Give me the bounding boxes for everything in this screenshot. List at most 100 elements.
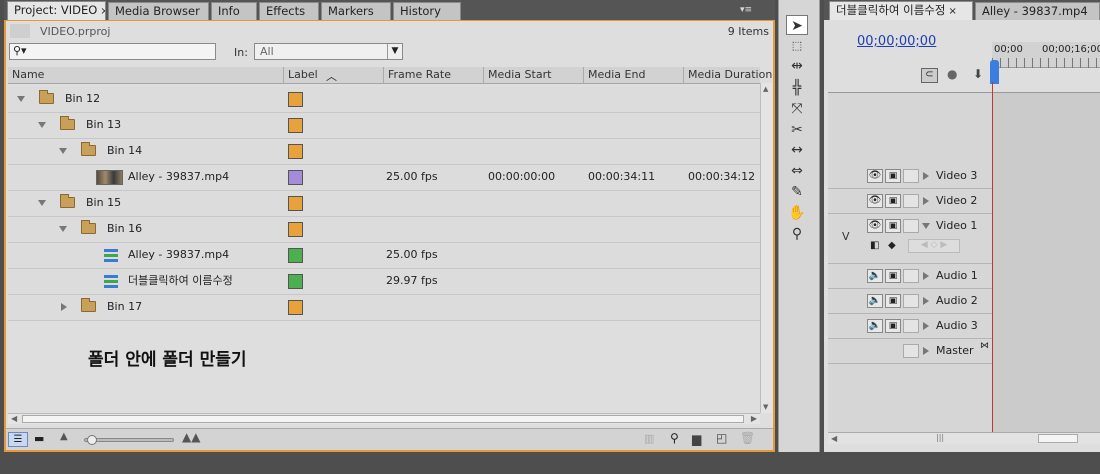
- pen-tool-icon[interactable]: ✎: [786, 182, 808, 202]
- film-icon[interactable]: ▣: [885, 269, 901, 283]
- collapse-track-icon[interactable]: [922, 223, 930, 229]
- expand-track-icon[interactable]: [923, 347, 929, 355]
- expand-triangle-icon[interactable]: [59, 226, 67, 232]
- lock-toggle[interactable]: [903, 219, 919, 233]
- track-master[interactable]: Master ⋈: [828, 339, 992, 364]
- scroll-left-icon[interactable]: ◀: [831, 434, 837, 443]
- lock-toggle[interactable]: [903, 344, 919, 358]
- keyframe-nav-icon[interactable]: ◆: [888, 240, 896, 251]
- tab-sequence-1[interactable]: 더블클릭하여 이름수정 ×: [829, 1, 973, 20]
- scroll-thumb-grip[interactable]: |||: [936, 433, 944, 442]
- timeline-zoom-thumb[interactable]: [1038, 434, 1078, 443]
- rate-stretch-tool-icon[interactable]: ⤧: [786, 99, 808, 119]
- scroll-up-icon[interactable]: ▲: [763, 85, 768, 93]
- scroll-right-icon[interactable]: ▶: [751, 414, 757, 423]
- expand-track-icon[interactable]: [923, 172, 929, 180]
- snap-icon[interactable]: ⊂: [921, 68, 938, 83]
- tab-info[interactable]: Info: [211, 2, 257, 20]
- tab-media-browser[interactable]: Media Browser: [108, 2, 209, 20]
- col-media-duration[interactable]: Media Duration: [683, 67, 772, 83]
- set-encore-marker-icon[interactable]: ●: [947, 67, 957, 81]
- film-icon[interactable]: ▣: [885, 219, 901, 233]
- speaker-icon[interactable]: 🔈: [867, 319, 883, 333]
- label-color-swatch[interactable]: [288, 196, 303, 211]
- list-view-icon[interactable]: ☰: [8, 432, 28, 447]
- table-row[interactable]: Bin 16: [8, 217, 760, 243]
- col-media-end[interactable]: Media End: [583, 67, 683, 83]
- table-row[interactable]: Bin 14: [8, 139, 760, 165]
- keyframe-display-icon[interactable]: ◧: [870, 240, 879, 251]
- expand-track-icon[interactable]: [923, 197, 929, 205]
- label-color-swatch[interactable]: [288, 118, 303, 133]
- time-ruler[interactable]: 00;00 00;00;16;00: [992, 42, 1100, 68]
- scroll-left-icon[interactable]: ◀: [11, 414, 17, 423]
- film-icon[interactable]: ▣: [885, 294, 901, 308]
- source-track-target[interactable]: V: [842, 230, 850, 243]
- lock-toggle[interactable]: [903, 169, 919, 183]
- lock-toggle[interactable]: [903, 319, 919, 333]
- table-row[interactable]: Bin 13: [8, 113, 760, 139]
- table-row[interactable]: Bin 12: [8, 87, 760, 113]
- track-audio-3[interactable]: 🔈 ▣ Audio 3: [828, 314, 992, 339]
- label-color-swatch[interactable]: [288, 300, 303, 315]
- zoom-tool-icon[interactable]: ⚲: [786, 224, 808, 244]
- table-row[interactable]: Alley - 39837.mp4 25.00 fps: [8, 243, 760, 269]
- track-audio-1[interactable]: 🔈 ▣ Audio 1: [828, 264, 992, 289]
- table-row[interactable]: Bin 17: [8, 295, 760, 321]
- tab-sequence-2[interactable]: Alley - 39837.mp4: [975, 2, 1100, 20]
- panel-menu-icon[interactable]: ▾≡: [740, 5, 758, 16]
- icon-view-icon[interactable]: ▬: [34, 432, 44, 445]
- close-icon[interactable]: ×: [100, 6, 105, 17]
- zoom-slider-thumb[interactable]: [87, 435, 97, 445]
- selection-tool-icon[interactable]: ➤: [786, 15, 808, 35]
- expand-track-icon[interactable]: [923, 272, 929, 280]
- timecode-display[interactable]: 00;00;00;00: [857, 34, 936, 49]
- search-input[interactable]: ⚲▾: [9, 43, 216, 60]
- lock-toggle[interactable]: [903, 294, 919, 308]
- zoom-in-icon[interactable]: ▲▲: [182, 430, 200, 444]
- close-icon[interactable]: ×: [948, 6, 956, 17]
- track-select-tool-icon[interactable]: ⬚: [786, 36, 808, 56]
- slip-tool-icon[interactable]: ↔: [786, 140, 808, 160]
- tab-project[interactable]: Project: VIDEO×: [7, 1, 106, 20]
- expand-triangle-icon[interactable]: [17, 96, 25, 102]
- vertical-scrollbar[interactable]: ▲ ▼: [760, 83, 772, 413]
- track-video-2[interactable]: 👁 ▣ Video 2: [828, 189, 992, 214]
- tab-history[interactable]: History: [393, 2, 461, 20]
- lock-toggle[interactable]: [903, 269, 919, 283]
- tab-markers[interactable]: Markers: [321, 2, 391, 20]
- add-marker-icon[interactable]: ⬇: [973, 67, 983, 81]
- expand-triangle-icon[interactable]: [38, 200, 46, 206]
- eye-icon[interactable]: 👁: [867, 194, 883, 208]
- label-color-swatch[interactable]: [288, 144, 303, 159]
- tab-effects[interactable]: Effects: [259, 2, 319, 20]
- track-audio-2[interactable]: 🔈 ▣ Audio 2: [828, 289, 992, 314]
- speaker-icon[interactable]: 🔈: [867, 269, 883, 283]
- zoom-slider[interactable]: [84, 435, 174, 445]
- rolling-edit-tool-icon[interactable]: ╬: [786, 78, 808, 98]
- expand-triangle-icon[interactable]: [38, 122, 46, 128]
- lock-toggle[interactable]: [903, 194, 919, 208]
- scroll-down-icon[interactable]: ▼: [763, 403, 768, 411]
- ripple-edit-tool-icon[interactable]: ⇹: [786, 56, 808, 76]
- expand-track-icon[interactable]: [923, 297, 929, 305]
- eye-icon[interactable]: 👁: [867, 169, 883, 183]
- timeline-horizontal-scrollbar[interactable]: ◀ |||: [828, 432, 1100, 444]
- speaker-icon[interactable]: 🔈: [867, 294, 883, 308]
- film-icon[interactable]: ▣: [885, 319, 901, 333]
- label-color-swatch[interactable]: [288, 92, 303, 107]
- col-frame-rate[interactable]: Frame Rate: [383, 67, 483, 83]
- automate-to-sequence-icon[interactable]: ▥: [644, 432, 654, 445]
- razor-tool-icon[interactable]: ✂: [786, 120, 808, 140]
- col-name[interactable]: Name: [8, 67, 283, 83]
- trash-icon[interactable]: 🗑: [740, 431, 755, 445]
- film-icon[interactable]: ▣: [885, 169, 901, 183]
- film-icon[interactable]: ▣: [885, 194, 901, 208]
- zoom-out-icon[interactable]: ▲: [60, 431, 68, 442]
- table-row[interactable]: Bin 15: [8, 191, 760, 217]
- expand-track-icon[interactable]: [923, 322, 929, 330]
- col-media-start[interactable]: Media Start: [483, 67, 583, 83]
- new-bin-icon[interactable]: ▆: [692, 432, 701, 446]
- track-video-1[interactable]: V 👁 ▣ Video 1 ◧ ◆ ◀ ◇ ▶: [828, 214, 992, 264]
- slide-tool-icon[interactable]: ⇔: [786, 161, 808, 181]
